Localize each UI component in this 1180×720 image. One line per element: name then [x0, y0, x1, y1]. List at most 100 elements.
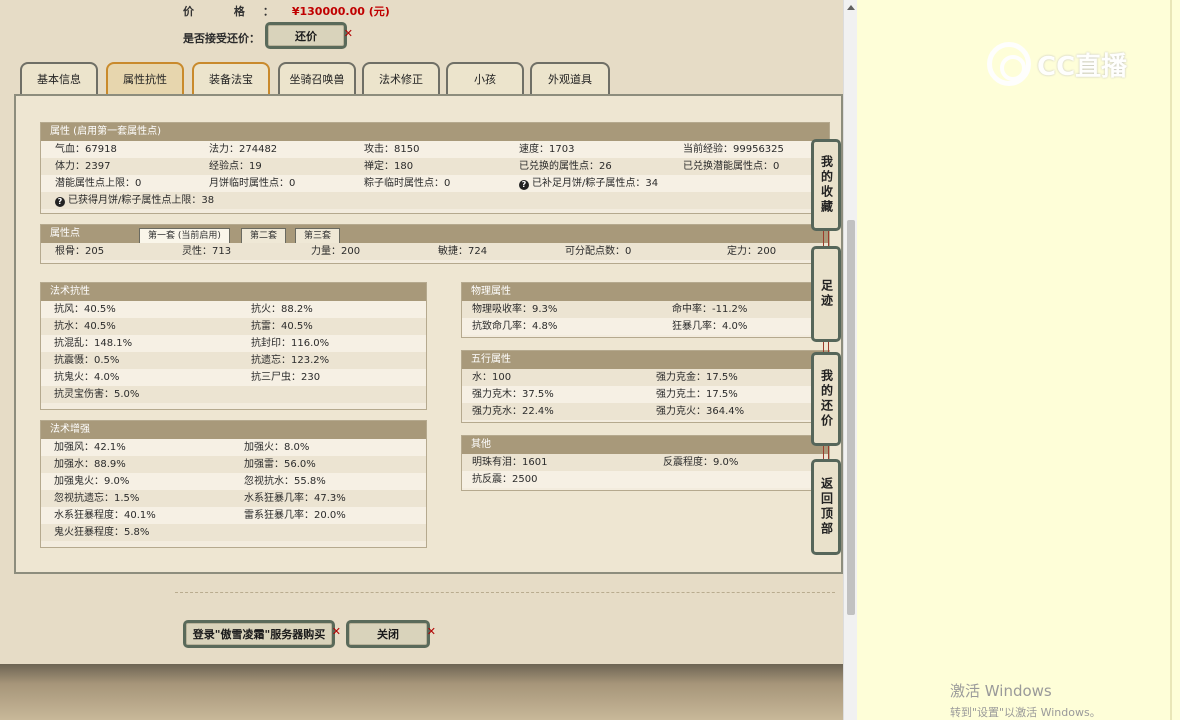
table-row: 抗震慑：0.5% 抗遗忘：123.2% [41, 352, 426, 369]
table-row: 加强水：88.9% 加强雷：56.0% [41, 456, 426, 473]
price-value: ¥130000.00 (元) [291, 5, 390, 18]
attr-value: 强力克金：17.5% [656, 372, 738, 383]
my-favorites-button[interactable]: 我的收藏 [811, 139, 841, 231]
attr-value: 水系狂暴几率：47.3% [244, 493, 346, 504]
tab-spell-mods[interactable]: 法术修正 [362, 62, 440, 94]
side-button-label: 返回顶部 [819, 477, 834, 537]
cc-logo-text: CC直播 [1037, 51, 1128, 82]
attr-value: 加强雷：56.0% [244, 459, 316, 470]
attr-value: 加强水：88.9% [54, 459, 126, 470]
tab-basic-info[interactable]: 基本信息 [20, 62, 98, 94]
table-row: 加强风：42.1% 加强火：8.0% [41, 439, 426, 456]
attr-value: 已兑换的属性点：26 [519, 161, 612, 172]
attr-value: 忽视抗遗忘：1.5% [54, 493, 140, 504]
attr-value: 速度：1703 [519, 144, 575, 155]
magic-resist-section: 法术抗性 抗风：40.5% 抗火：88.2% 抗水：40.5% 抗雷：40.5% 抗… [40, 282, 427, 410]
attr-value: 已补足月饼/粽子属性点：34 [532, 178, 659, 189]
vertical-scrollbar[interactable] [843, 0, 857, 720]
close-mark-icon: ✕ [331, 625, 341, 638]
side-button-label: 足迹 [819, 279, 834, 309]
attributes-rows: 气血：67918 法力：274482 攻击：8150 速度：1703 当前经验：… [41, 141, 829, 209]
section-title: 法术抗性 [41, 283, 426, 301]
tab-child[interactable]: 小孩 [446, 62, 524, 94]
attr-value: 潜能属性点上限：0 [55, 178, 142, 189]
attr-value: 根骨：205 [55, 246, 105, 257]
attr-value: 抗震慑：0.5% [54, 355, 120, 366]
login-to-buy-button[interactable]: 登录"傲雪凌霜"服务器购买 ✕ [183, 620, 341, 648]
windows-activation-watermark: 激活 Windows 转到"设置"以激活 Windows。 [950, 680, 1101, 720]
login-button-label: 登录"傲雪凌霜"服务器购买 [192, 628, 326, 641]
attr-value: 抗风：40.5% [54, 304, 116, 315]
table-row: ? 已获得月饼/粽子属性点上限：38 [41, 192, 829, 209]
blank-region: CC直播 激活 Windows 转到"设置"以激活 Windows。 [857, 0, 1180, 720]
attr-value-with-help: ? 已补足月饼/粽子属性点：34 [519, 175, 658, 192]
close-mark-icon: ✕ [426, 625, 436, 638]
attributes-section: 属性 (启用第一套属性点) 气血：67918 法力：274482 攻击：8150… [40, 122, 830, 214]
other-section: 其他 明珠有泪：1601 反震程度：9.0% 抗反震：2500 [461, 435, 830, 491]
bargain-button-label: 还价 [295, 29, 317, 43]
tab-equipment[interactable]: 装备法宝 [192, 62, 270, 94]
attr-value: 月饼临时属性点：0 [209, 178, 296, 189]
table-row: 鬼火狂暴程度：5.8% [41, 524, 426, 541]
attr-value: 加强火：8.0% [244, 442, 310, 453]
attr-value: 加强风：42.1% [54, 442, 126, 453]
my-bargains-button[interactable]: 我的还价 [811, 352, 841, 446]
tab-label: 基本信息 [37, 73, 81, 86]
attr-value: 抗遗忘：123.2% [251, 355, 330, 366]
tab-label: 属性抗性 [123, 73, 167, 86]
close-button[interactable]: 关闭 ✕ [346, 620, 436, 648]
table-row: 抗致命几率：4.8% 狂暴几率：4.0% [462, 318, 829, 335]
close-button-label: 关闭 [377, 628, 399, 641]
attr-value: 抗灵宝伤害：5.0% [54, 389, 140, 400]
attr-value: 抗三尸虫：230 [251, 372, 321, 383]
section-title: 法术增强 [41, 421, 426, 439]
subtab-set-2[interactable]: 第二套 [241, 228, 287, 244]
bargain-button[interactable]: 还价 ✕ [265, 22, 353, 49]
attr-value: 反震程度：9.0% [663, 457, 739, 468]
bottom-decoration [0, 664, 843, 720]
magic-boost-section: 法术增强 加强风：42.1% 加强火：8.0% 加强水：88.9% 加强雷：56.0… [40, 420, 427, 548]
side-connector [823, 228, 829, 248]
attr-value: 明珠有泪：1601 [472, 457, 548, 468]
section-title: 五行属性 [462, 351, 829, 369]
attr-value: 已获得月饼/粽子属性点上限：38 [68, 195, 215, 206]
table-row: 潜能属性点上限：0 月饼临时属性点：0 粽子临时属性点：0 ? 已补足月饼/粽子属… [41, 175, 829, 192]
close-mark-icon: ✕ [343, 27, 353, 40]
scroll-up-arrow-icon[interactable] [847, 5, 855, 10]
tab-mounts-pets[interactable]: 坐骑召唤兽 [278, 62, 356, 94]
attr-value: 强力克火：364.4% [656, 406, 745, 417]
attr-value: 命中率：-11.2% [672, 304, 748, 315]
attr-value: 攻击：8150 [364, 144, 420, 155]
attr-value: 鬼火狂暴程度：5.8% [54, 527, 150, 538]
help-icon[interactable]: ? [55, 197, 65, 207]
attr-value: 体力：2397 [55, 161, 111, 172]
subtab-set-3[interactable]: 第三套 [295, 228, 341, 244]
scroll-thumb[interactable] [847, 220, 855, 615]
bargain-label: 是否接受还价： [183, 32, 260, 45]
back-to-top-button[interactable]: 返回顶部 [811, 459, 841, 555]
attr-value: 抗致命几率：4.8% [472, 321, 558, 332]
history-button[interactable]: 足迹 [811, 246, 841, 342]
attr-value: 狂暴几率：4.0% [672, 321, 748, 332]
help-icon[interactable]: ? [519, 180, 529, 190]
table-row: 抗鬼火：4.0% 抗三尸虫：230 [41, 369, 426, 386]
attr-value: 抗火：88.2% [251, 304, 313, 315]
attr-value: 灵性：713 [182, 246, 232, 257]
table-row: 水：100 强力克金：17.5% [462, 369, 829, 386]
attributes-panel: 属性 (启用第一套属性点) 气血：67918 法力：274482 攻击：8150… [14, 94, 843, 574]
table-row: 忽视抗遗忘：1.5% 水系狂暴几率：47.3% [41, 490, 426, 507]
tab-appearance[interactable]: 外观道具 [530, 62, 610, 94]
attr-value: 禅定：180 [364, 161, 414, 172]
tab-attributes[interactable]: 属性抗性 [106, 62, 184, 94]
tab-label: 小孩 [474, 73, 496, 86]
divider [175, 592, 835, 593]
table-row: 加强鬼火：9.0% 忽视抗水：55.8% [41, 473, 426, 490]
tab-label: 装备法宝 [209, 73, 253, 86]
table-row: 强力克木：37.5% 强力克土：17.5% [462, 386, 829, 403]
price-row: 价 格：¥130000.00 (元) [183, 3, 390, 19]
section-title: 其他 [462, 436, 829, 454]
subtab-set-1[interactable]: 第一套 (当前启用) [139, 228, 230, 244]
activation-subtitle: 转到"设置"以激活 Windows。 [950, 706, 1101, 719]
table-row: 抗灵宝伤害：5.0% [41, 386, 426, 403]
activation-title: 激活 Windows [950, 682, 1052, 700]
